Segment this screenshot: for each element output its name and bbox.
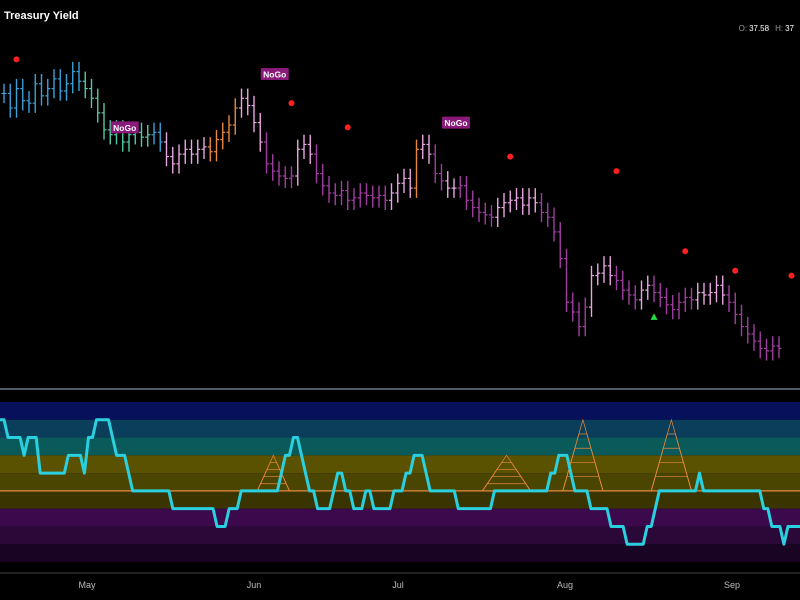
oscillator-band <box>0 473 800 491</box>
price-pane: NoGo NoGo NoGo <box>1 56 795 361</box>
nogo-signal: NoGo <box>442 116 470 129</box>
red-dot-marker <box>613 168 620 175</box>
oscillator-band <box>0 544 800 562</box>
oscillator-band <box>0 419 800 438</box>
oscillator-band <box>0 526 800 545</box>
oscillator-band <box>0 455 800 474</box>
oscillator-band <box>0 490 800 509</box>
x-tick-label: Jun <box>247 580 262 590</box>
nogo-signal: NoGo <box>110 121 139 134</box>
oscillator-band <box>0 508 800 527</box>
red-dot-marker <box>344 124 351 131</box>
red-dot-marker <box>732 267 739 274</box>
chart-canvas[interactable]: NoGo NoGo NoGo May Jun Jul Aug Sep <box>0 0 800 600</box>
red-dot-marker <box>788 272 795 279</box>
red-dot-marker <box>288 100 295 107</box>
oscillator-pane <box>0 402 800 562</box>
red-dot-marker <box>682 248 689 255</box>
nogo-signal-label: NoGo <box>444 118 467 128</box>
green-triangle-marker <box>650 313 658 320</box>
x-tick-label: Sep <box>724 580 740 590</box>
oscillator-band <box>0 437 800 456</box>
x-tick-label: Jul <box>392 580 404 590</box>
red-dot-marker <box>13 56 20 63</box>
red-dot-marker <box>507 153 514 160</box>
nogo-signal-label: NoGo <box>113 123 136 133</box>
x-axis: May Jun Jul Aug Sep <box>78 580 740 590</box>
nogo-signal: NoGo <box>260 68 289 80</box>
x-tick-label: May <box>78 580 96 590</box>
oscillator-band <box>0 402 800 420</box>
x-tick-label: Aug <box>557 580 573 590</box>
nogo-signal-label: NoGo <box>263 70 286 80</box>
